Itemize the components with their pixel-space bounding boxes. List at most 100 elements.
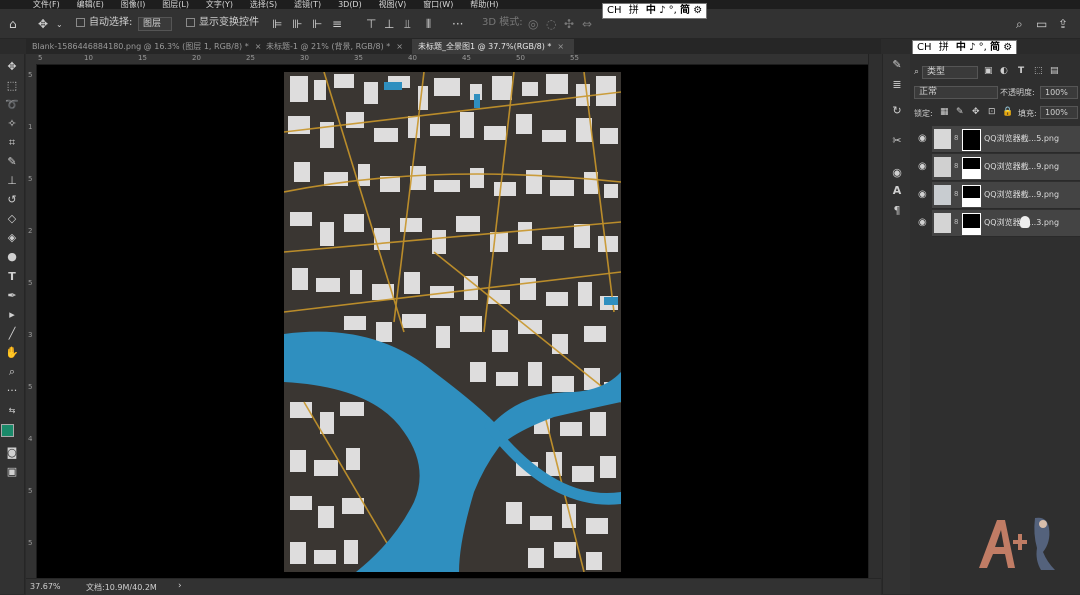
status-chevron-icon[interactable]: › bbox=[178, 581, 182, 591]
share-icon[interactable]: ⇪ bbox=[1058, 18, 1068, 30]
paragraph-icon[interactable]: ¶ bbox=[890, 204, 904, 218]
menu-layer[interactable]: 图层(L) bbox=[162, 1, 189, 9]
layer-name[interactable]: QQ浏览器截...9.png bbox=[984, 161, 1059, 172]
foreground-color-swatch[interactable] bbox=[1, 424, 14, 437]
brush-settings-icon[interactable]: ✎ bbox=[890, 58, 904, 72]
stamp-tool-icon[interactable]: ⊥ bbox=[4, 174, 20, 188]
align-left-icon[interactable]: ⊫ bbox=[272, 18, 282, 30]
path-select-icon[interactable]: ▸ bbox=[4, 308, 20, 322]
layers-panel-icon[interactable]: ◉ bbox=[890, 166, 904, 180]
brush-presets-icon[interactable]: ≣ bbox=[890, 78, 904, 92]
layer-row[interactable]: ◉ 8 QQ浏览器截...9.png bbox=[918, 182, 1080, 209]
distribute-top-icon[interactable]: ⊤ bbox=[366, 18, 376, 30]
auto-select-dropdown[interactable]: 图层 bbox=[138, 17, 172, 31]
align-center-icon[interactable]: ⊪ bbox=[292, 18, 302, 30]
hand-tool-icon[interactable]: ✋ bbox=[4, 346, 20, 360]
menu-edit[interactable]: 编辑(E) bbox=[77, 1, 104, 9]
lock-all-icon[interactable]: 🔒 bbox=[1002, 107, 1013, 117]
crop-tool-icon[interactable]: ⌗ bbox=[4, 136, 20, 150]
chevron-down-icon[interactable]: ⌄ bbox=[56, 19, 63, 31]
move-tool-icon[interactable]: ✥ bbox=[38, 18, 48, 30]
brush-tool-icon[interactable]: ✎ bbox=[4, 155, 20, 169]
dodge-tool-icon[interactable]: ● bbox=[4, 250, 20, 264]
history-brush-icon[interactable]: ↺ bbox=[4, 193, 20, 207]
lasso-tool-icon[interactable]: ➰ bbox=[4, 98, 20, 112]
align-right-icon[interactable]: ⊩ bbox=[312, 18, 322, 30]
layer-kind-filter[interactable]: 类型 bbox=[922, 66, 978, 79]
tab-blank[interactable]: Blank-1586446884180.png @ 16.3% (图层 1, R… bbox=[26, 39, 262, 54]
distribute-middle-icon[interactable]: ⊥ bbox=[384, 18, 394, 30]
filter-adjustment-icon[interactable]: ◐ bbox=[1000, 66, 1008, 76]
filter-search-icon[interactable]: ⌕ bbox=[914, 67, 919, 77]
document-image-city-map[interactable] bbox=[284, 72, 621, 572]
eraser-tool-icon[interactable]: ◇ bbox=[4, 212, 20, 226]
home-icon[interactable]: ⌂ bbox=[9, 18, 17, 30]
eye-icon[interactable]: ◉ bbox=[918, 217, 927, 228]
eye-icon[interactable]: ◉ bbox=[918, 133, 927, 144]
menu-3d[interactable]: 3D(D) bbox=[338, 1, 362, 9]
workspace-icon[interactable]: ▭ bbox=[1036, 18, 1047, 30]
type-tool-icon[interactable]: T bbox=[4, 270, 20, 284]
more-tools-icon[interactable]: ··· bbox=[4, 384, 20, 398]
lock-position-icon[interactable]: ✥ bbox=[972, 107, 980, 117]
lock-image-icon[interactable]: ✎ bbox=[956, 107, 964, 117]
menu-filter[interactable]: 滤镜(T) bbox=[294, 1, 321, 9]
show-transform-checkbox[interactable]: 显示变换控件 bbox=[186, 17, 259, 29]
lock-artboard-icon[interactable]: ⊡ bbox=[988, 107, 996, 117]
marquee-tool-icon[interactable]: ⬚ bbox=[4, 79, 20, 93]
menu-window[interactable]: 窗口(W) bbox=[423, 1, 453, 9]
ime-toolbar[interactable]: CH 拼 中 ♪ °, 简 ⚙ bbox=[602, 3, 708, 19]
layer-name[interactable]: QQ浏览器截...9.png bbox=[984, 189, 1059, 200]
tool-presets-icon[interactable]: ✂ bbox=[890, 134, 904, 148]
layer-row[interactable]: ◉ 8 QQ浏览器截...3.png bbox=[918, 210, 1080, 237]
close-icon[interactable]: × bbox=[557, 42, 564, 51]
layer-mask-thumbnail[interactable] bbox=[962, 213, 981, 235]
3d-slide-icon[interactable]: ⇔ bbox=[582, 18, 592, 30]
menu-type[interactable]: 文字(Y) bbox=[206, 1, 233, 9]
menu-select[interactable]: 选择(S) bbox=[250, 1, 277, 9]
bucket-tool-icon[interactable]: ◈ bbox=[4, 231, 20, 245]
eye-icon[interactable]: ◉ bbox=[918, 189, 927, 200]
fill-input[interactable]: 100% bbox=[1040, 106, 1078, 119]
tab-untitled-1[interactable]: 未标题-1 @ 21% (背景, RGB/8) * × bbox=[260, 39, 414, 54]
lock-transparent-icon[interactable]: ▦ bbox=[940, 107, 949, 117]
layer-row[interactable]: ◉ 8 QQ浏览器截...9.png bbox=[918, 154, 1080, 181]
layer-mask-thumbnail[interactable] bbox=[962, 129, 981, 151]
3d-orbit-icon[interactable]: ◎ bbox=[528, 18, 538, 30]
layer-name[interactable]: QQ浏览器截...5.png bbox=[984, 133, 1059, 144]
history-icon[interactable]: ↻ bbox=[890, 104, 904, 118]
more-options-icon[interactable]: ··· bbox=[452, 18, 463, 30]
quick-mask-icon[interactable]: ◙ bbox=[4, 446, 20, 460]
line-tool-icon[interactable]: ╱ bbox=[4, 327, 20, 341]
search-icon[interactable]: ⌕ bbox=[1016, 18, 1023, 30]
filter-type-icon[interactable]: T bbox=[1018, 66, 1024, 76]
tab-panorama[interactable]: 未标题_全景图1 @ 37.7%(RGB/8) * × bbox=[412, 39, 574, 54]
3d-pan-icon[interactable]: ✣ bbox=[564, 18, 574, 30]
layer-mask-thumbnail[interactable] bbox=[962, 185, 981, 207]
menu-file[interactable]: 文件(F) bbox=[33, 1, 60, 9]
vertical-scrollbar[interactable] bbox=[868, 54, 882, 578]
zoom-level[interactable]: 37.67% bbox=[30, 582, 61, 591]
magic-wand-icon[interactable]: ✧ bbox=[4, 117, 20, 131]
blend-mode-dropdown[interactable]: 正常 bbox=[914, 86, 998, 99]
auto-select-checkbox[interactable]: 自动选择: bbox=[76, 17, 132, 29]
menu-help[interactable]: 帮助(H) bbox=[470, 1, 498, 9]
menu-view[interactable]: 视图(V) bbox=[379, 1, 407, 9]
distribute-horizontal-icon[interactable]: ⫴ bbox=[426, 18, 431, 30]
distribute-bottom-icon[interactable]: ⫫ bbox=[404, 18, 411, 30]
opacity-input[interactable]: 100% bbox=[1040, 86, 1078, 99]
eye-icon[interactable]: ◉ bbox=[918, 161, 927, 172]
close-icon[interactable]: × bbox=[396, 42, 403, 51]
move-tool-icon[interactable]: ✥ bbox=[4, 60, 20, 74]
filter-smart-object-icon[interactable]: ▤ bbox=[1050, 66, 1059, 76]
layer-mask-thumbnail[interactable] bbox=[962, 157, 981, 179]
layer-row[interactable]: ◉ 8 QQ浏览器截...5.png bbox=[918, 126, 1080, 153]
screen-mode-icon[interactable]: ▣ bbox=[4, 465, 20, 479]
menu-image[interactable]: 图像(I) bbox=[121, 1, 146, 9]
3d-roll-icon[interactable]: ◌ bbox=[546, 18, 556, 30]
filter-pixel-icon[interactable]: ▣ bbox=[984, 66, 993, 76]
pen-tool-icon[interactable]: ✒ bbox=[4, 289, 20, 303]
align-top-icon[interactable]: ≡ bbox=[332, 18, 342, 30]
filter-shape-icon[interactable]: ⬚ bbox=[1034, 66, 1043, 76]
character-icon[interactable]: A bbox=[890, 184, 904, 198]
